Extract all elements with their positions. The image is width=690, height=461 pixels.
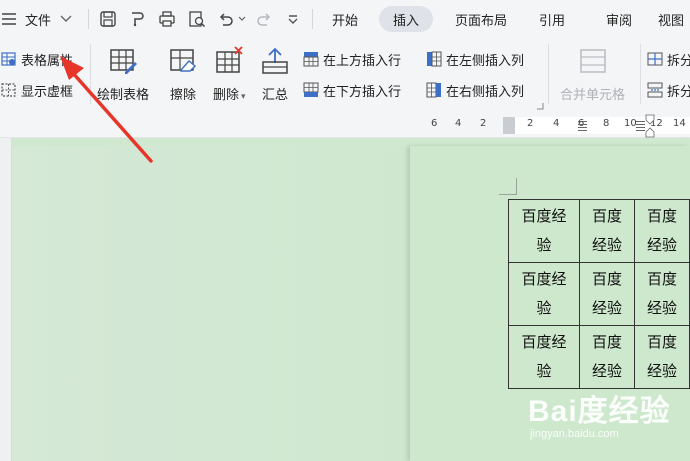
table-cell[interactable]: 百度经验 [508, 325, 580, 389]
redo-icon[interactable] [252, 0, 276, 38]
split-table-button[interactable]: 拆分 [646, 79, 690, 101]
show-gridlines-button[interactable]: 显示虚框 [0, 79, 73, 101]
insert-col-left-button[interactable]: 在左侧插入列 [425, 48, 524, 70]
divider [640, 44, 641, 104]
divider [90, 44, 91, 104]
tab-home[interactable]: 开始 [321, 6, 369, 32]
table-cell-text: 百度经验 [591, 207, 622, 254]
document-page-left[interactable] [12, 146, 407, 461]
merge-cells-icon [578, 46, 608, 76]
print-icon[interactable] [155, 0, 179, 38]
margin-marker [499, 194, 516, 195]
table-properties-icon [0, 50, 18, 68]
delete-button[interactable]: 删除 ▾ [213, 46, 246, 103]
table-cell-text: 百度经验 [646, 207, 677, 254]
table-row: 百度经验 百度经验 百度经验 [508, 262, 690, 326]
tab-review[interactable]: 审阅 [592, 6, 646, 32]
ruler-tick: 2 [480, 118, 487, 129]
table-cell-text: 百度经验 [521, 333, 567, 380]
eraser-icon [168, 46, 198, 76]
table-row: 百度经验 百度经验 百度经验 [508, 325, 690, 389]
divider [312, 9, 313, 29]
ruler-tick: 14 [673, 118, 686, 129]
ruler-tick: 2 [527, 118, 534, 129]
quick-access-dropdown-icon[interactable] [283, 0, 303, 38]
insert-row-below-icon [302, 81, 320, 99]
insert-row-above-button[interactable]: 在上方插入行 [302, 48, 401, 70]
draw-table-button[interactable]: 绘制表格 [97, 46, 149, 103]
summary-button[interactable]: 汇总 [260, 46, 290, 103]
undo-icon[interactable] [214, 0, 238, 38]
table-cell[interactable]: 百度经验 [508, 199, 580, 263]
erase-button[interactable]: 擦除 [168, 46, 198, 103]
table-cell-text: 百度经验 [521, 207, 567, 254]
merge-cells-button[interactable]: 合并单元格 [560, 46, 625, 103]
table-cell[interactable]: 百度经验 [578, 199, 635, 263]
table-cell-text: 百度经验 [646, 270, 677, 317]
split-cells-button[interactable]: 拆分 [646, 48, 690, 70]
chevron-down-icon [59, 12, 73, 26]
table-cell[interactable]: 百度经验 [578, 262, 635, 326]
split-cells-icon [646, 50, 664, 68]
table-cell-text: 百度经验 [646, 333, 677, 380]
hamburger-icon [0, 10, 18, 28]
margin-marker [516, 178, 517, 195]
file-menu[interactable]: 文件 [0, 0, 73, 38]
undo-dropdown-icon[interactable] [236, 0, 248, 38]
table-row: 百度经验 百度经验 百度经验 [508, 199, 690, 263]
indent-marker-icon[interactable] [645, 114, 655, 138]
vertical-ruler [0, 138, 12, 461]
column-marker-icon[interactable] [578, 120, 587, 131]
horizontal-ruler[interactable]: 6 4 2 2 4 6 8 10 12 14 [0, 114, 690, 138]
insert-col-left-icon [425, 50, 443, 68]
table-properties-button[interactable]: 表格属性 [0, 48, 73, 70]
table-cell-text: 百度经验 [591, 333, 622, 380]
ruler-tick: 4 [553, 118, 560, 129]
ruler-tick: 4 [455, 118, 462, 129]
summary-icon [260, 46, 290, 76]
delete-dropdown-icon[interactable]: ▾ [241, 92, 246, 102]
print-preview-icon[interactable] [185, 0, 209, 38]
ruler-tick: 8 [603, 118, 610, 129]
table-cell-text: 百度经验 [521, 270, 567, 317]
insert-col-right-button[interactable]: 在右侧插入列 [425, 79, 524, 101]
insert-col-right-icon [425, 81, 443, 99]
table-cell[interactable]: 百度经验 [633, 262, 690, 326]
column-marker-icon[interactable] [636, 120, 645, 131]
menu-bar: 文件 开始 插入 页面布局 引用 审阅 视图 [0, 0, 690, 38]
insert-row-above-icon [302, 50, 320, 68]
insert-row-below-button[interactable]: 在下方插入行 [302, 79, 401, 101]
document-area[interactable]: 百度经验 百度经验 百度经验 百度经验 百度经验 百度经验 百度经验 百度经验 百度经验 [0, 138, 690, 461]
table-cell[interactable]: 百度经验 [633, 325, 690, 389]
table-cell[interactable]: 百度经验 [578, 325, 635, 389]
gridlines-icon [0, 81, 18, 99]
ruler-tick: 10 [624, 118, 637, 129]
format-painter-icon[interactable] [125, 0, 149, 38]
file-menu-label: 文件 [25, 13, 52, 29]
tab-view[interactable]: 视图 [658, 6, 690, 32]
draw-table-icon [108, 46, 138, 76]
table-cell[interactable]: 百度经验 [633, 199, 690, 263]
ruler-tick: 6 [431, 118, 438, 129]
dialog-launcher-icon[interactable] [536, 102, 544, 110]
table-cell[interactable]: 百度经验 [508, 262, 580, 326]
ribbon-toolbar: 表格属性 显示虚框 绘制表格 擦除 删除 ▾ 汇总 在上方插入行 在下方插入行 … [0, 38, 690, 114]
tab-page-layout[interactable]: 页面布局 [443, 6, 519, 32]
divider [548, 44, 549, 104]
split-table-icon [646, 81, 664, 99]
table-cell-text: 百度经验 [591, 270, 622, 317]
save-icon[interactable] [97, 0, 119, 38]
divider [88, 9, 89, 29]
document-table[interactable]: 百度经验 百度经验 百度经验 百度经验 百度经验 百度经验 百度经验 百度经验 百度经验 [508, 199, 690, 389]
tab-insert[interactable]: 插入 [379, 6, 433, 32]
tab-references[interactable]: 引用 [528, 6, 576, 32]
delete-table-icon [214, 46, 244, 76]
